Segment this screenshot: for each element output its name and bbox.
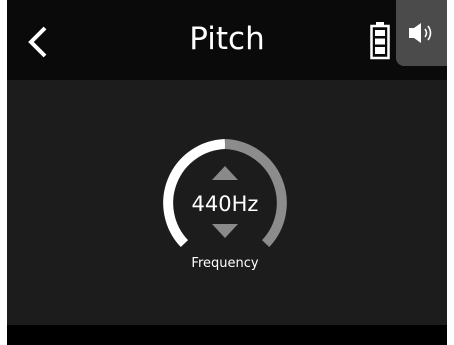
frequency-value: 440Hz	[191, 192, 259, 216]
header-bar: Pitch	[7, 0, 447, 80]
back-button[interactable]	[21, 22, 55, 62]
increase-button[interactable]	[210, 164, 240, 182]
chevron-left-icon	[28, 26, 47, 58]
decrease-button[interactable]	[210, 222, 240, 240]
triangle-up-icon	[212, 166, 238, 180]
battery-icon	[370, 22, 390, 60]
triangle-down-icon	[212, 224, 238, 238]
frequency-dial[interactable]: 440Hz	[160, 138, 290, 268]
speaker-button[interactable]	[396, 0, 447, 66]
speaker-icon	[409, 23, 432, 43]
page-title: Pitch	[189, 21, 265, 57]
frequency-label: Frequency	[191, 256, 259, 271]
footer-bar	[7, 325, 447, 345]
